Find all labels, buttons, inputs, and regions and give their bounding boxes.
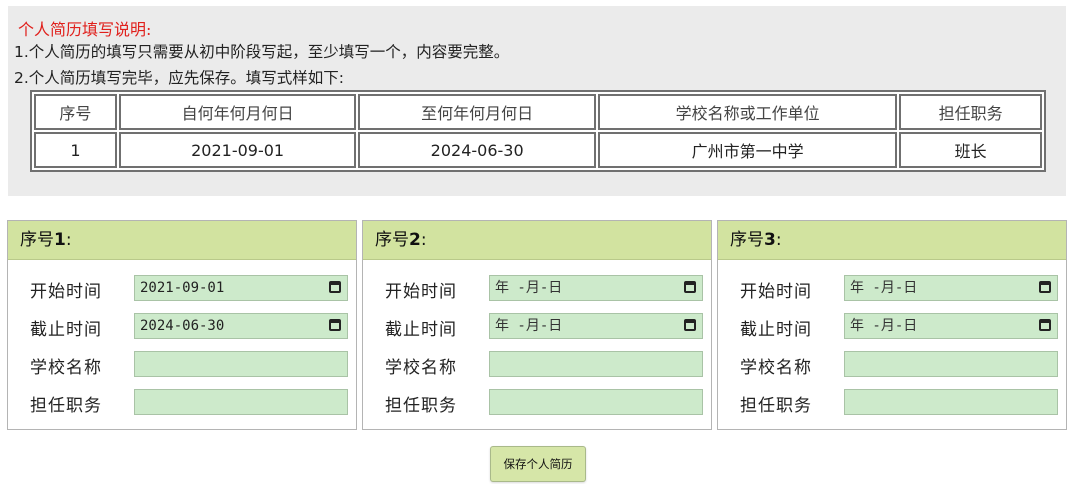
- end-date-input[interactable]: 2024-06-30: [134, 313, 348, 339]
- end-time-label: 截止时间: [385, 320, 457, 340]
- panel-number: 2: [409, 230, 421, 250]
- end-date-value: 年 -月-日: [495, 318, 563, 334]
- start-date-input[interactable]: 2021-09-01: [134, 275, 348, 301]
- example-table-row: 1 2021-09-01 2024-06-30 广州市第一中学 班长: [34, 132, 1042, 168]
- cell-position: 班长: [899, 132, 1042, 168]
- school-name-label: 学校名称: [740, 358, 812, 378]
- calendar-icon[interactable]: [684, 319, 696, 331]
- save-resume-button[interactable]: 保存个人简历: [490, 446, 586, 482]
- start-time-label: 开始时间: [385, 282, 457, 302]
- school-name-input[interactable]: [489, 351, 703, 377]
- header-end-date: 至何年何月何日: [358, 94, 596, 130]
- panel-title-suffix: :: [65, 230, 72, 250]
- panel-title-suffix: :: [420, 230, 427, 250]
- end-date-input[interactable]: 年 -月-日: [844, 313, 1058, 339]
- panel-header: 序号3:: [718, 221, 1066, 260]
- position-input[interactable]: [134, 389, 348, 415]
- cell-start-date: 2021-09-01: [118, 132, 357, 168]
- end-date-value: 年 -月-日: [850, 318, 918, 334]
- position-label: 担任职务: [385, 396, 457, 416]
- header-start-date: 自何年何月何日: [118, 94, 357, 130]
- calendar-icon[interactable]: [329, 319, 341, 331]
- instructions-box: 个人简历填写说明: 1.个人简历的填写只需要从初中阶段写起，至少填写一个，内容要…: [8, 6, 1066, 196]
- end-date-input[interactable]: 年 -月-日: [489, 313, 703, 339]
- header-index: 序号: [34, 94, 117, 130]
- panel-header: 序号2:: [363, 221, 711, 260]
- end-time-label: 截止时间: [740, 320, 812, 340]
- school-name-input[interactable]: [844, 351, 1058, 377]
- example-table-header-row: 序号 自何年何月何日 至何年何月何日 学校名称或工作单位 担任职务: [34, 94, 1042, 130]
- panel-title-prefix: 序号: [730, 230, 764, 250]
- school-name-label: 学校名称: [30, 358, 102, 378]
- header-school: 学校名称或工作单位: [597, 94, 898, 130]
- start-date-input[interactable]: 年 -月-日: [844, 275, 1058, 301]
- school-name-input[interactable]: [134, 351, 348, 377]
- panel-title-suffix: :: [775, 230, 782, 250]
- resume-entry-panel-3: 序号3: 开始时间 年 -月-日 截止时间 年 -月-日 学校名称 担任职务: [717, 220, 1067, 430]
- calendar-icon[interactable]: [684, 281, 696, 293]
- start-time-label: 开始时间: [30, 282, 102, 302]
- instruction-line-1: 1.个人简历的填写只需要从初中阶段写起，至少填写一个，内容要完整。: [14, 43, 510, 61]
- start-date-value: 年 -月-日: [850, 280, 918, 296]
- position-label: 担任职务: [740, 396, 812, 416]
- panel-number: 1: [54, 230, 66, 250]
- start-date-value: 2021-09-01: [140, 280, 225, 296]
- cell-school: 广州市第一中学: [597, 132, 898, 168]
- calendar-icon[interactable]: [1039, 319, 1051, 331]
- cell-index: 1: [34, 132, 117, 168]
- start-time-label: 开始时间: [740, 282, 812, 302]
- panel-title-prefix: 序号: [20, 230, 54, 250]
- end-time-label: 截止时间: [30, 320, 102, 340]
- position-label: 担任职务: [30, 396, 102, 416]
- panel-number: 3: [764, 230, 776, 250]
- header-position: 担任职务: [899, 94, 1042, 130]
- instruction-line-2: 2.个人简历填写完毕，应先保存。填写式样如下:: [14, 69, 345, 87]
- position-input[interactable]: [489, 389, 703, 415]
- calendar-icon[interactable]: [329, 281, 341, 293]
- panel-title-prefix: 序号: [375, 230, 409, 250]
- start-date-value: 年 -月-日: [495, 280, 563, 296]
- resume-entry-panel-1: 序号1: 开始时间 2021-09-01 截止时间 2024-06-30 学校名…: [7, 220, 357, 430]
- calendar-icon[interactable]: [1039, 281, 1051, 293]
- cell-end-date: 2024-06-30: [358, 132, 596, 168]
- instructions-title: 个人简历填写说明:: [18, 20, 152, 39]
- resume-entry-panel-2: 序号2: 开始时间 年 -月-日 截止时间 年 -月-日 学校名称 担任职务: [362, 220, 712, 430]
- start-date-input[interactable]: 年 -月-日: [489, 275, 703, 301]
- example-table: 序号 自何年何月何日 至何年何月何日 学校名称或工作单位 担任职务 1 2021…: [30, 90, 1046, 172]
- position-input[interactable]: [844, 389, 1058, 415]
- end-date-value: 2024-06-30: [140, 318, 225, 334]
- panel-header: 序号1:: [8, 221, 356, 260]
- school-name-label: 学校名称: [385, 358, 457, 378]
